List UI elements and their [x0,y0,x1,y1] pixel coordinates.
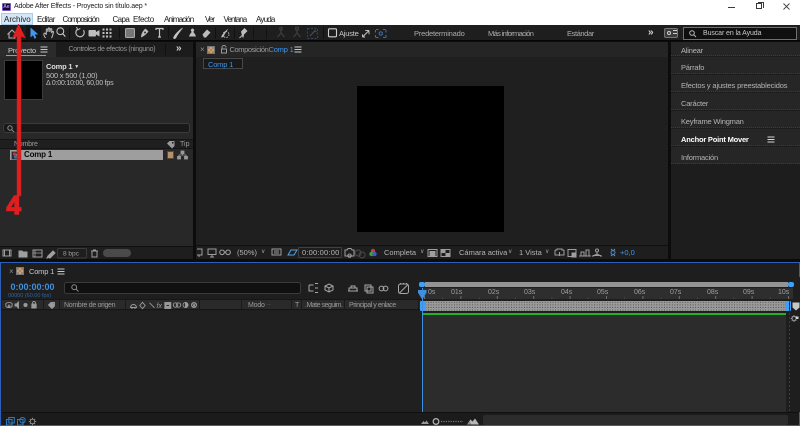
svg-text:8 bpc: 8 bpc [63,251,80,258]
svg-text:fx: fx [157,303,163,310]
svg-text:4: 4 [7,190,22,220]
